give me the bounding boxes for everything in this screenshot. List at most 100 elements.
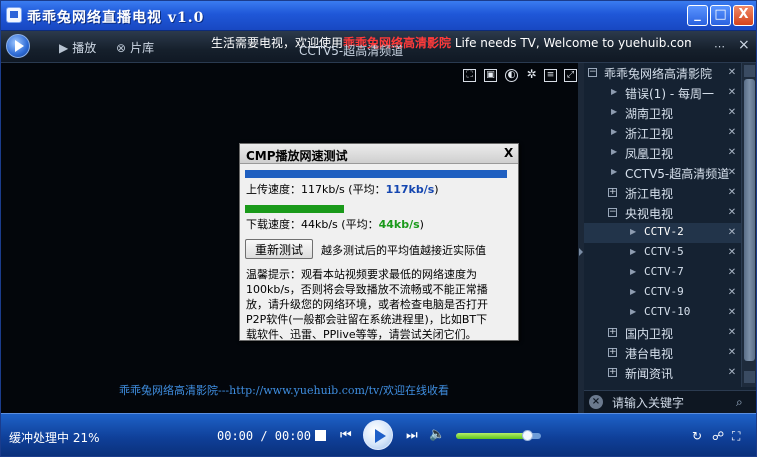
list-icon[interactable]: ≡ <box>544 69 557 82</box>
remove-item-icon[interactable]: ✕ <box>726 287 738 299</box>
maximize-button[interactable]: □ <box>710 5 731 26</box>
tree-child-row[interactable]: ▶ CCTV-5 <box>584 243 741 263</box>
upload-label: 上传速度：117kb/s (平均： <box>246 183 386 196</box>
minimize-button[interactable]: _ <box>687 5 708 26</box>
remove-item-icon[interactable]: ✕ <box>726 227 738 239</box>
tree-group-row[interactable]: − 乖乖兔网络高清影院 <box>584 63 741 83</box>
remove-item-icon[interactable]: ✕ <box>726 247 738 259</box>
clear-search-icon[interactable]: × <box>589 395 603 409</box>
item-arrow-icon: ▶ <box>630 307 637 316</box>
expand-plus-icon[interactable]: + <box>608 368 617 377</box>
tip-line: P2P软件(一般都会驻留在系统进程里)，比如BT下 <box>246 313 488 326</box>
tree-group-row[interactable]: + 新闻资讯 <box>584 363 741 383</box>
tree-item-row[interactable]: ▶ CCTV5-超高清频道 <box>584 163 741 183</box>
dialog-title-bar[interactable]: CMP播放网速测试 X <box>240 144 518 164</box>
close-button[interactable]: X <box>733 5 754 26</box>
remove-item-icon[interactable]: ✕ <box>726 127 738 139</box>
tree-label: CCTV-9 <box>644 285 684 298</box>
item-arrow-icon: ▶ <box>611 127 618 136</box>
speed-test-dialog: CMP播放网速测试 X 上传速度：117kb/s (平均：117kb/s) 下载… <box>239 143 519 341</box>
settings-icon[interactable]: ✲ <box>525 68 538 82</box>
scroll-down-icon[interactable] <box>744 371 755 383</box>
remove-item-icon[interactable]: ✕ <box>726 147 738 159</box>
fullscreen-icon[interactable]: ⛶ <box>463 69 476 82</box>
remove-item-icon[interactable]: ✕ <box>726 107 738 119</box>
collapse-icon[interactable]: − <box>588 68 597 77</box>
tree-label: 国内卫视 <box>625 327 674 341</box>
refresh-icon[interactable]: ↻ <box>692 429 702 443</box>
remove-item-icon[interactable]: ✕ <box>726 327 738 339</box>
scroll-up-icon[interactable] <box>744 65 755 77</box>
library-tab-button[interactable]: ⊗ 片库 <box>116 39 154 56</box>
tree-item-row[interactable]: ▶ 错误(1) - 每周一 <box>584 83 741 103</box>
expand-plus-icon[interactable]: + <box>608 328 617 337</box>
expand-icon[interactable]: ⤢ <box>564 69 577 82</box>
next-button[interactable]: ⏭ <box>406 428 418 443</box>
tree-group-row[interactable]: − 央视电视 <box>584 203 741 223</box>
tree-child-row[interactable]: ▶ CCTV-10 <box>584 303 741 323</box>
remove-item-icon[interactable]: ✕ <box>726 267 738 279</box>
contrast-icon[interactable]: ◐ <box>505 69 518 82</box>
play-tab-button[interactable]: ▶ 播放 <box>59 39 96 56</box>
volume-slider[interactable] <box>456 430 541 441</box>
toolbar: ▶ 播放 ⊗ 片库 生活需要电视，欢迎使用乖乖兔网络高清影院 Life needs … <box>1 31 756 63</box>
remove-item-icon[interactable]: ✕ <box>726 367 738 379</box>
marquee-suffix: Life needs TV, Welcome to yuehuib.com | <box>451 36 691 50</box>
search-input[interactable] <box>612 394 732 411</box>
remove-item-icon[interactable]: ✕ <box>726 307 738 319</box>
remove-item-icon[interactable]: ✕ <box>726 207 738 219</box>
library-tab-label: 片库 <box>130 41 155 55</box>
toolbar-close-icon[interactable]: × <box>738 37 750 53</box>
tree-child-row[interactable]: ▶ CCTV-7 <box>584 263 741 283</box>
volume-knob[interactable] <box>522 430 533 441</box>
play-small-icon: ▶ <box>59 41 69 55</box>
tree-group-row[interactable]: + 港台电视 <box>584 343 741 363</box>
library-icon: ⊗ <box>116 41 127 55</box>
dialog-close-button[interactable]: X <box>504 146 513 160</box>
fullscreen-toggle-icon[interactable]: ⛶ <box>732 429 740 444</box>
tree-child-row-selected[interactable]: ▶ CCTV-2 <box>584 223 741 243</box>
title-bar[interactable]: 乖乖兔网络直播电视 v1.0 _ □ X <box>1 1 756 31</box>
tree-label: CCTV-5 <box>644 245 684 258</box>
tree-label: CCTV-2 <box>644 225 684 238</box>
video-footer-link[interactable]: 乖乖兔网络高清影院---http://www.yuehuib.com/tv/欢迎… <box>119 382 449 398</box>
tree-group-row[interactable]: + 浙江电视 <box>584 183 741 203</box>
collapse-icon[interactable]: − <box>608 208 617 217</box>
tree-label: CCTV5-超高清频道 <box>625 167 730 181</box>
search-icon[interactable]: ⌕ <box>736 395 743 410</box>
tree-group-row[interactable]: + 国内卫视 <box>584 323 741 343</box>
play-button[interactable] <box>363 420 393 450</box>
remove-item-icon[interactable]: ✕ <box>726 167 738 179</box>
tip-line: 放，请升级您的网络环境，或者检查电脑是否打开 <box>246 298 488 311</box>
retest-button[interactable]: 重新测试 <box>245 239 313 259</box>
remove-item-icon[interactable]: ✕ <box>726 87 738 99</box>
previous-button[interactable]: ⏮ <box>340 428 352 443</box>
tree-item-row[interactable]: ▶ 浙江卫视 <box>584 123 741 143</box>
expand-plus-icon[interactable]: + <box>608 188 617 197</box>
network-icon[interactable]: ☍ <box>712 429 724 443</box>
remove-item-icon[interactable]: ✕ <box>726 347 738 359</box>
pin-icon[interactable]: ⋯ <box>714 40 725 53</box>
dialog-title: CMP播放网速测试 <box>246 149 348 163</box>
remove-item-icon[interactable]: ✕ <box>726 67 738 79</box>
stop-button[interactable] <box>315 430 326 441</box>
item-arrow-icon: ▶ <box>630 227 637 236</box>
window-icon[interactable]: ▣ <box>484 69 497 82</box>
tree-child-row[interactable]: ▶ CCTV-9 <box>584 283 741 303</box>
scroll-thumb[interactable] <box>744 79 755 361</box>
playlist-scrollbar[interactable] <box>741 63 756 387</box>
download-speed-text: 下载速度：44kb/s (平均：44kb/s) <box>246 216 424 232</box>
time-display: 00:00 / 00:00 <box>217 429 311 443</box>
tree-label: 错误(1) - 每周一 <box>625 87 714 101</box>
tree-label: CCTV-7 <box>644 265 684 278</box>
volume-icon[interactable]: 🔈 <box>429 427 445 442</box>
tree-item-row[interactable]: ▶ 湖南卫视 <box>584 103 741 123</box>
now-playing-title: CCTV5-超高清频道 <box>299 44 404 58</box>
remove-item-icon[interactable]: ✕ <box>726 187 738 199</box>
play-tab-label: 播放 <box>72 41 97 55</box>
expand-plus-icon[interactable]: + <box>608 348 617 357</box>
tree-label: 浙江卫视 <box>625 127 674 141</box>
tree-item-row[interactable]: ▶ 凤凰卫视 <box>584 143 741 163</box>
player-window: 乖乖兔网络直播电视 v1.0 _ □ X ▶ 播放 ⊗ 片库 生活需要电视，欢迎使用… <box>0 0 757 457</box>
player-logo-icon[interactable] <box>6 34 30 58</box>
